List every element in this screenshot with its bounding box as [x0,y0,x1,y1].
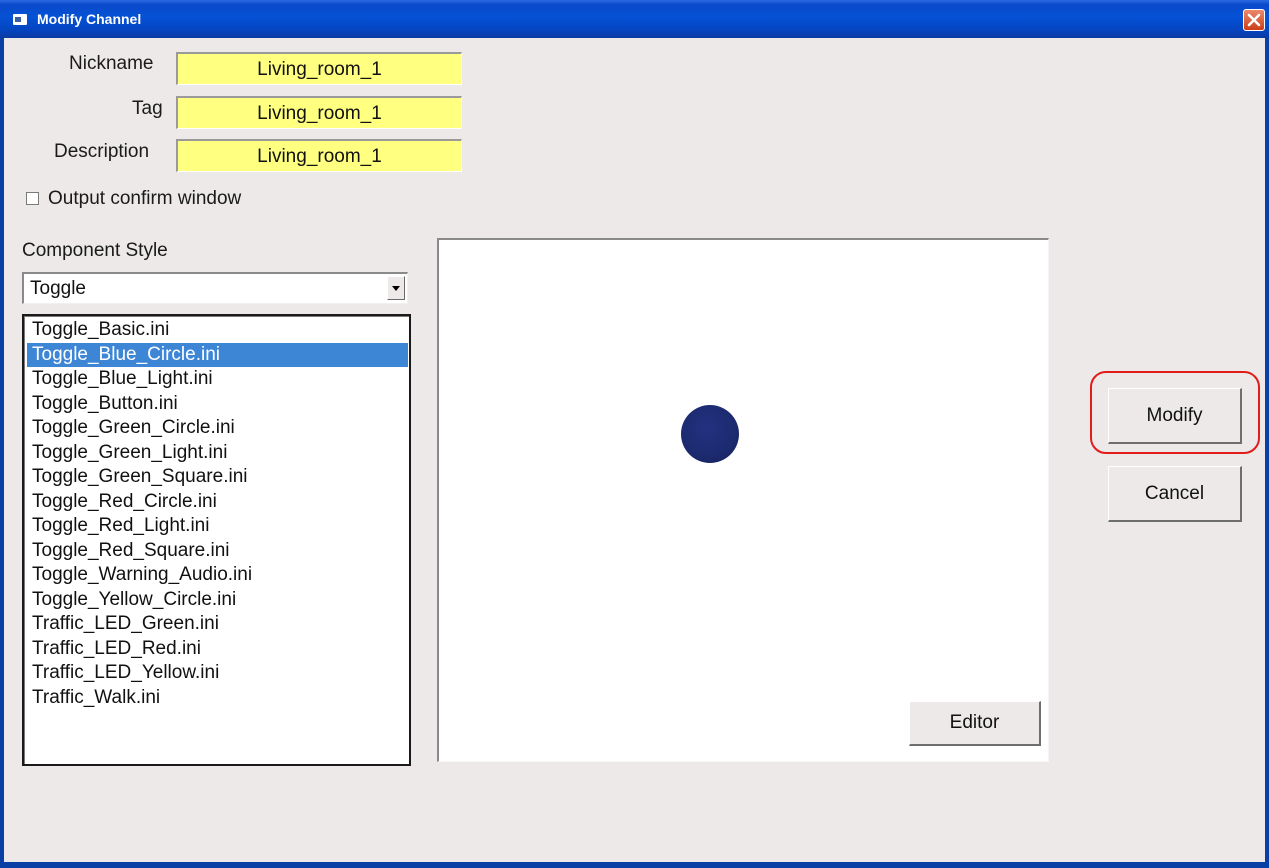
list-item[interactable]: Toggle_Basic.ini [27,318,408,343]
list-item[interactable]: Toggle_Blue_Light.ini [27,367,408,392]
window-bottom-border [0,862,1269,868]
list-item[interactable]: Traffic_LED_Yellow.ini [27,661,408,686]
list-item[interactable]: Toggle_Green_Square.ini [27,465,408,490]
close-button[interactable] [1243,9,1265,31]
component-style-label: Component Style [22,240,168,261]
tag-field[interactable]: Living_room_1 [176,96,462,129]
app-icon [13,14,27,25]
component-style-value: Toggle [30,278,86,299]
list-item[interactable]: Toggle_Green_Light.ini [27,441,408,466]
list-item[interactable]: Toggle_Red_Square.ini [27,539,408,564]
modify-channel-dialog: Modify Channel Nickname Living_room_1 Ta… [0,0,1269,868]
component-file-list[interactable]: Toggle_Basic.ini Toggle_Blue_Circle.ini To… [22,314,411,766]
toggle-indicator-preview [681,405,739,463]
list-item[interactable]: Traffic_LED_Red.ini [27,637,408,662]
list-item[interactable]: Toggle_Red_Circle.ini [27,490,408,515]
tag-label: Tag [132,98,163,119]
list-item[interactable]: Toggle_Red_Light.ini [27,514,408,539]
cancel-button[interactable]: Cancel [1108,466,1242,522]
list-item[interactable]: Toggle_Blue_Circle.ini [27,342,408,367]
editor-button[interactable]: Editor [909,701,1041,746]
list-item[interactable]: Toggle_Green_Circle.ini [27,416,408,441]
list-item[interactable]: Traffic_Walk.ini [27,686,408,711]
nickname-field[interactable]: Living_room_1 [176,52,462,85]
output-confirm-label: Output confirm window [48,188,242,209]
close-icon [1247,13,1261,27]
description-label: Description [54,141,150,162]
list-item[interactable]: Toggle_Yellow_Circle.ini [27,588,408,613]
list-item[interactable]: Toggle_Button.ini [27,392,408,417]
preview-panel: Editor [437,238,1049,762]
window-title: Modify Channel [37,11,142,27]
title-bar[interactable]: Modify Channel [0,0,1269,38]
chevron-down-icon[interactable] [387,276,405,300]
modify-button[interactable]: Modify [1108,388,1242,444]
list-item[interactable]: Traffic_LED_Green.ini [27,612,408,637]
description-field[interactable]: Living_room_1 [176,139,462,172]
nickname-label: Nickname [69,53,154,74]
output-confirm-checkbox[interactable] [26,192,39,205]
component-style-dropdown[interactable]: Toggle [22,272,408,304]
list-item[interactable]: Toggle_Warning_Audio.ini [27,563,408,588]
